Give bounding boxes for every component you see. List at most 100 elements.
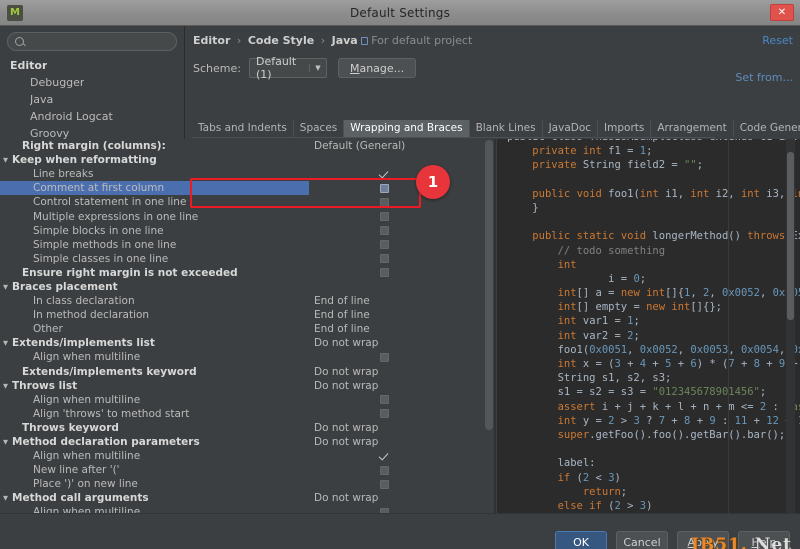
setting-row-align-when-multiline[interactable]: Align when multiline [0,393,309,407]
setting-value-comment-at-first-column[interactable] [309,181,495,195]
setting-value-ensure-right-margin-is-not-exceeded[interactable] [309,266,495,280]
sidebar-item-android-logcat[interactable]: Android Logcat [0,108,184,125]
setting-value-other[interactable]: End of line [309,322,495,336]
wrapping-settings-list[interactable]: Right margin (columns): ▼ Keep when reform… [0,139,309,526]
setting-value-line-breaks[interactable] [309,167,495,181]
setting-value-align-when-multiline[interactable] [309,393,495,407]
setting-row-method-call-arguments[interactable]: ▼ Method call arguments [0,491,309,505]
checkbox-unchecked-icon[interactable] [380,465,389,475]
checkbox-unchecked-icon[interactable] [380,212,389,222]
setting-row-in-class-declaration[interactable]: In class declaration [0,294,309,308]
setting-value-in-class-declaration[interactable]: End of line [309,294,495,308]
setting-row-align-when-multiline[interactable]: Align when multiline [0,449,309,463]
setting-value-throws-keyword[interactable]: Do not wrap [309,421,495,435]
setting-value-extends-implements-list[interactable]: Do not wrap [309,336,495,350]
setting-row-align-when-multiline[interactable]: Align when multiline [0,350,309,364]
code-preview-editor[interactable]: public class ThisIsASampleClass extends … [497,139,800,519]
checkbox-unchecked-icon[interactable] [380,240,389,250]
setting-row-simple-methods-in-one-line[interactable]: Simple methods in one line [0,238,309,252]
splitter-handle[interactable] [494,139,496,535]
setting-row-extends-implements-keyword[interactable]: Extends/implements keyword [0,365,309,379]
tab-spaces[interactable]: Spaces [293,120,345,137]
ok-button[interactable]: OK [555,531,607,549]
reset-link[interactable]: Reset [762,34,793,47]
breadcrumb-item-code-style[interactable]: Code Style [248,34,314,47]
checkbox-checked-icon[interactable] [381,452,390,461]
scheme-select[interactable]: Default (1) ▼ [248,55,327,81]
chevron-down-icon[interactable]: ▼ [0,156,11,164]
setting-value-simple-blocks-in-one-line[interactable] [309,224,495,238]
setting-row-throws-list[interactable]: ▼ Throws list [0,379,309,393]
setting-value-align-when-multiline[interactable] [309,449,495,463]
setting-row-method-declaration-parameters[interactable]: ▼ Method declaration parameters [0,435,309,449]
checkbox-unchecked-icon[interactable] [380,395,389,405]
manage-button[interactable]: Manage... [337,58,417,78]
breadcrumb-item-editor[interactable]: Editor [193,34,230,47]
setting-value-simple-classes-in-one-line[interactable] [309,252,495,266]
setting-value-place-on-new-line[interactable] [309,477,495,491]
wrapping-settings-values[interactable]: Default (General) End of line End of line E… [309,139,495,526]
checkbox-unchecked-icon[interactable] [380,268,389,278]
checkbox-unchecked-icon[interactable] [380,254,389,264]
setting-row-right-margin-columns[interactable]: Right margin (columns): [0,139,309,153]
setting-value-throws-list[interactable]: Do not wrap [309,379,495,393]
setting-row-simple-blocks-in-one-line[interactable]: Simple blocks in one line [0,224,309,238]
setting-value-simple-methods-in-one-line[interactable] [309,238,495,252]
setting-row-comment-at-first-column[interactable]: Comment at first column [0,181,309,196]
code-vertical-scrollbar-thumb[interactable] [787,152,794,320]
sidebar-item-debugger[interactable]: Debugger [0,74,184,91]
set-from-link[interactable]: Set from... [735,71,793,84]
sidebar-item-editor[interactable]: Editor [0,57,184,74]
setting-row-align-throws-to-method-start[interactable]: Align 'throws' to method start [0,407,309,421]
search-input[interactable] [24,35,176,48]
setting-value-new-line-after[interactable] [309,463,495,477]
setting-row-other[interactable]: Other [0,322,309,336]
setting-row-line-breaks[interactable]: Line breaks [0,167,309,181]
chevron-down-icon[interactable]: ▼ [0,494,11,502]
tab-wrapping-and-braces[interactable]: Wrapping and Braces [344,120,470,137]
checkbox-unchecked-icon[interactable] [380,479,389,489]
tab-imports[interactable]: Imports [598,120,652,137]
setting-row-in-method-declaration[interactable]: In method declaration [0,308,309,322]
checkbox-unchecked-icon[interactable] [380,409,389,419]
setting-value-method-declaration-parameters[interactable]: Do not wrap [309,435,495,449]
sidebar-item-java[interactable]: Java [0,91,184,108]
chevron-down-icon[interactable]: ▼ [0,382,11,390]
tab-code-generation[interactable]: Code Generation [733,120,800,137]
setting-value-right-margin-columns[interactable]: Default (General) [309,139,495,153]
tab-arrangement[interactable]: Arrangement [651,120,734,137]
setting-value-in-method-declaration[interactable]: End of line [309,308,495,322]
chevron-down-icon[interactable]: ▼ [0,438,11,446]
tab-javadoc[interactable]: JavaDoc [542,120,599,137]
setting-row-place-on-new-line[interactable]: Place ')' on new line [0,477,309,491]
setting-row-simple-classes-in-one-line[interactable]: Simple classes in one line [0,252,309,266]
setting-row-new-line-after[interactable]: New line after '(' [0,463,309,477]
setting-value-method-call-arguments[interactable]: Do not wrap [309,491,495,505]
setting-row-braces-placement[interactable]: ▼ Braces placement [0,280,309,294]
setting-value-control-statement-in-one-line[interactable] [309,195,495,209]
checkbox-unchecked-icon[interactable] [380,226,389,236]
checkbox-unchecked-icon[interactable] [380,183,389,193]
setting-row-extends-implements-list[interactable]: ▼ Extends/implements list [0,336,309,350]
setting-row-keep-when-reformatting[interactable]: ▼ Keep when reformatting [0,153,309,167]
setting-value-align-when-multiline[interactable] [309,350,495,364]
setting-value-align-throws-to-method-start[interactable] [309,407,495,421]
setting-row-control-statement-in-one-line[interactable]: Control statement in one line [0,195,309,209]
setting-value-multiple-expressions-in-one-line[interactable] [309,209,495,223]
tab-blank-lines[interactable]: Blank Lines [469,120,543,137]
close-icon[interactable]: ✕ [770,4,794,21]
breadcrumb-item-java[interactable]: Java [332,34,358,47]
settings-scrollbar-thumb[interactable] [485,140,493,430]
setting-row-throws-keyword[interactable]: Throws keyword [0,421,309,435]
setting-value-extends-implements-keyword[interactable]: Do not wrap [309,365,495,379]
setting-row-ensure-right-margin-is-not-exceeded[interactable]: Ensure right margin is not exceeded [0,266,309,280]
cancel-button[interactable]: Cancel [616,531,668,549]
chevron-down-icon[interactable]: ▼ [0,283,11,291]
tab-tabs-and-indents[interactable]: Tabs and Indents [192,120,294,137]
chevron-down-icon[interactable]: ▼ [0,339,11,347]
setting-row-multiple-expressions-in-one-line[interactable]: Multiple expressions in one line [0,209,309,223]
checkbox-unchecked-icon[interactable] [380,352,389,362]
search-box[interactable] [7,32,177,51]
checkbox-unchecked-icon[interactable] [380,197,389,207]
checkbox-checked-icon[interactable] [381,170,390,179]
